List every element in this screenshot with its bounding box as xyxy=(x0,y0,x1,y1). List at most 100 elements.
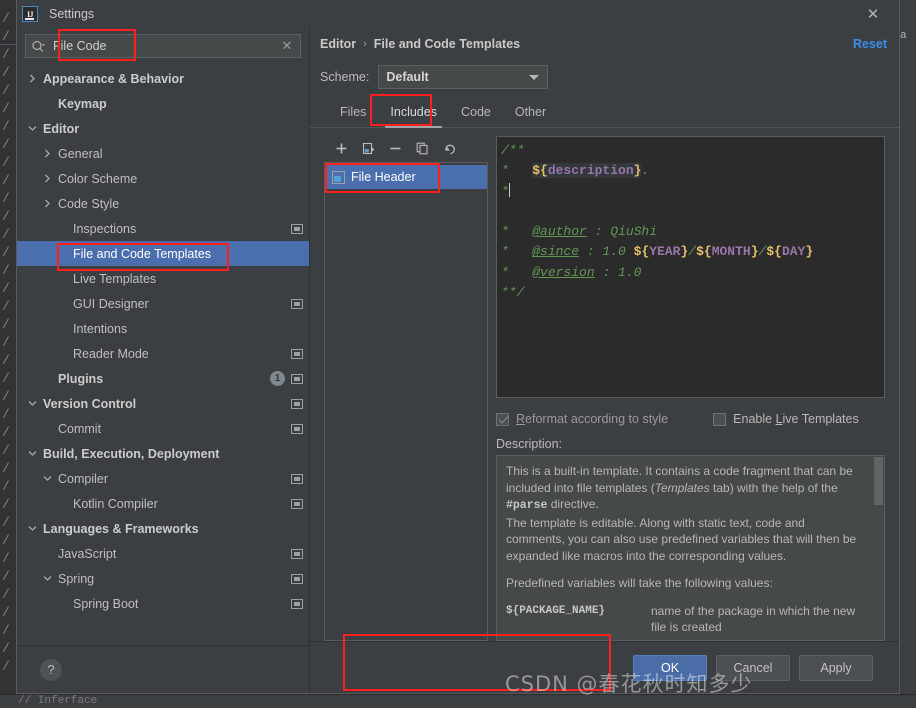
remove-icon[interactable] xyxy=(388,141,403,156)
copy-icon[interactable] xyxy=(415,141,430,156)
code-token: DAY xyxy=(781,244,806,260)
code-token: ${ xyxy=(766,244,782,260)
code-token: description xyxy=(547,163,634,179)
sidebar-item-label: Code Style xyxy=(58,196,120,211)
cancel-button[interactable]: Cancel xyxy=(716,654,790,681)
settings-content: Editor › File and Code Templates Reset S… xyxy=(309,28,899,693)
help-icon[interactable]: ? xyxy=(40,658,62,681)
chevron-down-icon[interactable] xyxy=(25,450,39,457)
search-icon xyxy=(31,40,51,53)
sidebar-item-version-control[interactable]: Version Control xyxy=(17,391,309,416)
scheme-dropdown[interactable]: Default xyxy=(378,65,549,89)
dialog-title-bar: IJ Settings ✕ xyxy=(17,0,899,28)
chevron-right-icon[interactable] xyxy=(40,174,54,183)
code-line: * @version : 1.0 xyxy=(501,263,884,283)
reformat-mnemonic: R xyxy=(516,412,526,426)
sidebar-item-live-templates[interactable]: Live Templates xyxy=(17,266,309,291)
code-line: **/ xyxy=(501,283,884,303)
sidebar-item-code-style[interactable]: Code Style xyxy=(17,191,309,216)
sidebar-item-label: Version Control xyxy=(43,396,137,411)
code-token: : QiuShi xyxy=(586,224,658,240)
tab-other[interactable]: Other xyxy=(503,105,558,127)
sidebar-item-spring[interactable]: Spring xyxy=(17,566,309,591)
search-input[interactable]: File Code xyxy=(51,39,277,53)
code-token: ${ xyxy=(633,244,650,260)
code-token: MONTH xyxy=(711,244,751,260)
dialog-button-bar: OK Cancel Apply xyxy=(310,634,899,693)
chevron-down-icon[interactable] xyxy=(40,475,54,482)
panes: File Header /** * ${description}. * * @aut… xyxy=(310,128,899,641)
project-scope-icon xyxy=(291,348,303,359)
import-template-icon[interactable] xyxy=(361,141,376,156)
chevron-right-icon[interactable] xyxy=(40,149,54,158)
sidebar-item-label: Appearance & Behavior xyxy=(43,71,185,86)
sidebar-item-build-execution-deployment[interactable]: Build, Execution, Deployment xyxy=(17,441,309,466)
sidebar-item-general[interactable]: General xyxy=(17,141,309,166)
clear-icon[interactable]: ✕ xyxy=(277,38,297,54)
variable-row: ${PACKAGE_NAME} name of the package in w… xyxy=(506,603,866,636)
ok-button[interactable]: OK xyxy=(633,654,707,681)
template-list-pane: File Header xyxy=(324,136,488,641)
sidebar-item-compiler[interactable]: Compiler xyxy=(17,466,309,491)
sidebar-item-label: Color Scheme xyxy=(58,171,138,186)
code-token: /** xyxy=(501,143,525,158)
code-token: . xyxy=(641,163,650,179)
chevron-down-icon[interactable] xyxy=(40,575,54,582)
sidebar-item-editor[interactable]: Editor xyxy=(17,116,309,141)
settings-sidebar: File Code ✕ Appearance & Behavior Keymap E… xyxy=(17,28,309,693)
chevron-down-icon[interactable] xyxy=(25,400,39,407)
reformat-checkbox[interactable]: Reformat according to style xyxy=(496,412,668,426)
description-scrollbar[interactable] xyxy=(874,457,883,505)
code-token: @author xyxy=(532,224,587,240)
search-box[interactable]: File Code ✕ xyxy=(25,34,301,58)
project-scope-icon xyxy=(291,473,303,484)
code-token: } xyxy=(805,244,814,260)
sidebar-item-label: File and Code Templates xyxy=(73,246,212,261)
sidebar-item-languages-frameworks[interactable]: Languages & Frameworks xyxy=(17,516,309,541)
code-line: * @since : 1.0 ${YEAR}/${MONTH}/${DAY} xyxy=(501,242,884,262)
checkbox-icon-reformat xyxy=(496,412,509,426)
template-list: File Header xyxy=(324,162,488,641)
template-code-editor[interactable]: /** * ${description}. * * @author : QiuShi… xyxy=(496,136,885,398)
sidebar-item-intentions[interactable]: Intentions xyxy=(17,316,309,341)
sidebar-item-color-scheme[interactable]: Color Scheme xyxy=(17,166,309,191)
chevron-right-icon[interactable] xyxy=(25,74,39,83)
sidebar-item-commit[interactable]: Commit xyxy=(17,416,309,441)
sidebar-item-inspections[interactable]: Inspections xyxy=(17,216,309,241)
sidebar-item-keymap[interactable]: Keymap xyxy=(17,91,309,116)
code-line: * @author : QiuShi xyxy=(501,222,884,242)
sidebar-item-javascript[interactable]: JavaScript xyxy=(17,541,309,566)
description-paragraph-1: This is a built-in template. It contains… xyxy=(506,464,853,512)
sidebar-item-plugins[interactable]: Plugins 1 xyxy=(17,366,309,391)
add-icon[interactable] xyxy=(334,141,349,156)
sidebar-item-appearance-behavior[interactable]: Appearance & Behavior xyxy=(17,66,309,91)
sidebar-item-label: Languages & Frameworks xyxy=(43,521,199,536)
update-badge: 1 xyxy=(270,371,285,386)
sidebar-item-kotlin-compiler[interactable]: Kotlin Compiler xyxy=(17,491,309,516)
list-item[interactable]: File Header xyxy=(325,165,487,189)
breadcrumb-parent[interactable]: Editor xyxy=(320,37,356,51)
reset-link[interactable]: Reset xyxy=(853,37,887,51)
tab-files[interactable]: Files xyxy=(328,105,378,127)
reset-icon[interactable] xyxy=(442,141,457,156)
background-right-text: a xyxy=(900,30,907,42)
sidebar-item-reader-mode[interactable]: Reader Mode xyxy=(17,341,309,366)
chevron-down-icon[interactable] xyxy=(25,125,39,132)
chevron-right-icon[interactable] xyxy=(40,199,54,208)
sidebar-item-gui-designer[interactable]: GUI Designer xyxy=(17,291,309,316)
checkbox-icon-live-templates xyxy=(713,412,727,426)
description-paragraph-2: The template is editable. Along with sta… xyxy=(506,515,857,563)
file-template-icon xyxy=(332,170,345,184)
sidebar-item-file-and-code-templates[interactable]: File and Code Templates xyxy=(17,241,309,266)
project-scope-icon xyxy=(291,373,303,384)
live-templates-checkbox[interactable]: Enable Live Templates xyxy=(713,412,859,426)
chevron-down-icon[interactable] xyxy=(25,525,39,532)
tab-code[interactable]: Code xyxy=(449,105,503,127)
close-icon[interactable]: ✕ xyxy=(864,5,882,23)
options-row: Reformat according to style Enable Live … xyxy=(496,404,885,434)
apply-button[interactable]: Apply xyxy=(799,654,873,681)
sidebar-item-spring-boot[interactable]: Spring Boot xyxy=(17,591,309,616)
code-token: : 1.0 xyxy=(579,244,634,260)
tab-includes[interactable]: Includes xyxy=(378,105,449,128)
code-token: * xyxy=(501,224,533,240)
